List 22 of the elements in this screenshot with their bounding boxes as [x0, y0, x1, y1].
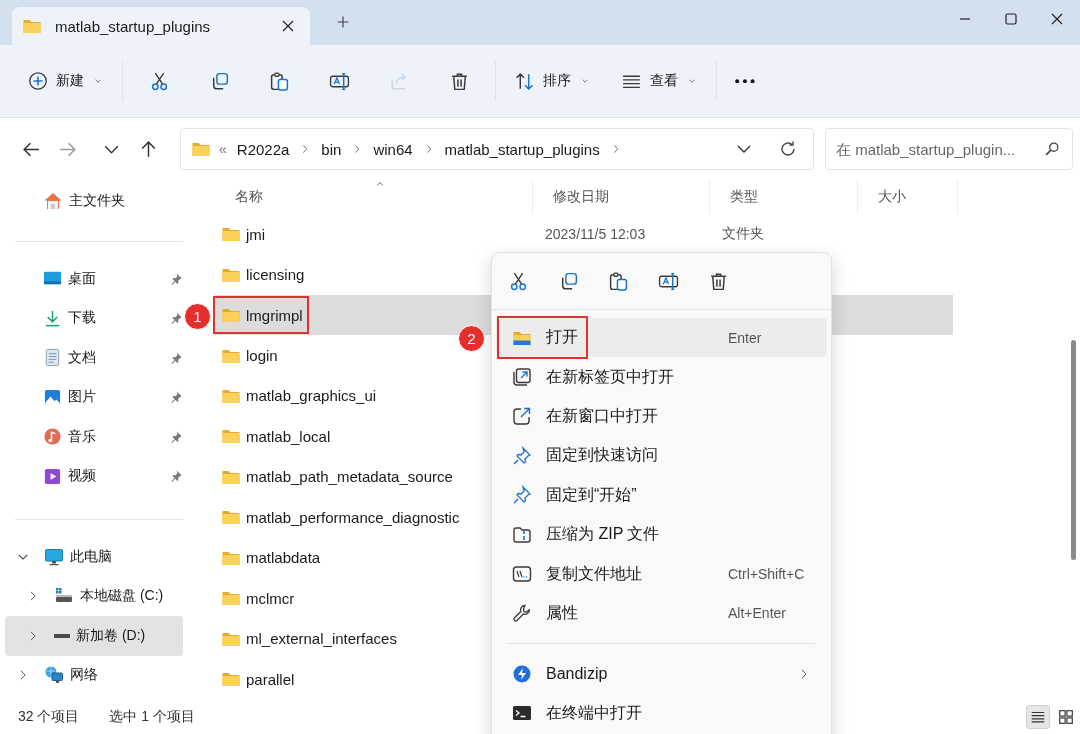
selection-count: 选中 1 个项目	[109, 708, 196, 726]
file-name: matlab_path_metadata_source	[246, 468, 453, 486]
file-name: lmgrimpl	[246, 306, 303, 324]
modified-date: 2023/11/5 12:03	[544, 226, 647, 243]
file-name: parallel	[246, 670, 295, 688]
file-name: matlab_performance_diagnostic	[246, 508, 460, 526]
shortcut-text: Alt+Enter	[728, 605, 786, 622]
file-name: login	[246, 347, 278, 365]
file-name: matlabdata	[246, 549, 321, 567]
shortcut-text: Ctrl+Shift+C	[728, 566, 805, 583]
file-type: 文件夹	[721, 225, 765, 244]
file-name: jmi	[246, 225, 266, 243]
file-name: mclmcr	[246, 589, 295, 607]
shortcut-text: Enter	[728, 329, 762, 346]
file-name: matlab_local	[246, 427, 331, 445]
callout-frame: 打开	[499, 318, 586, 358]
step-badge: 1	[184, 302, 211, 330]
tab-title: matlab_startup_plugins	[55, 17, 212, 35]
file-name: ml_external_interfaces	[246, 630, 397, 648]
item-count: 32 个项目	[18, 708, 80, 726]
file-name: matlab_graphics_ui	[246, 387, 377, 405]
file-name: licensing	[246, 266, 305, 284]
